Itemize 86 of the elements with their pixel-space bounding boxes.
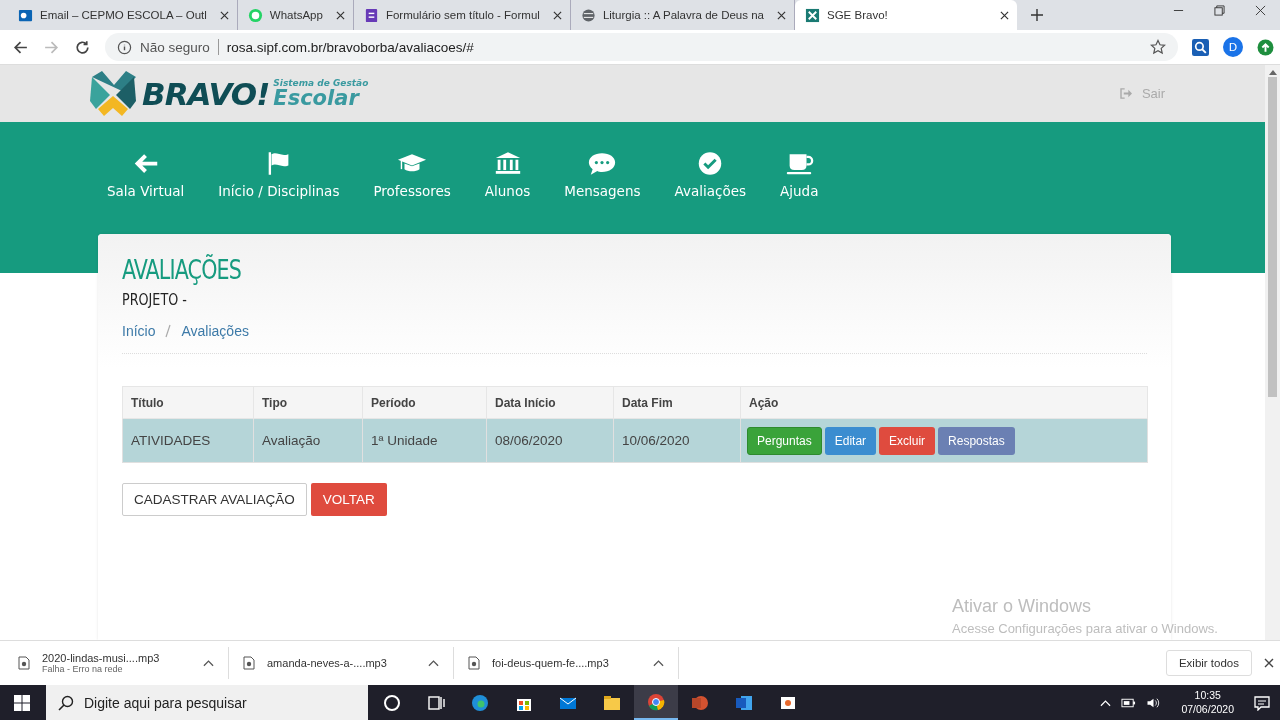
file-icon <box>243 656 255 670</box>
profile-avatar[interactable]: D <box>1223 37 1243 57</box>
action-button[interactable]: Respostas <box>938 426 1015 455</box>
download-item[interactable]: foi-deus-quem-fe....mp3 <box>468 647 679 679</box>
caret-icon <box>428 659 439 667</box>
nav-item[interactable]: Alunos <box>484 150 531 199</box>
taskbar-clock[interactable]: 10:35 07/06/2020 <box>1181 689 1234 716</box>
taskbar-search-field[interactable]: Digite aqui para pesquisar <box>46 685 368 720</box>
close-icon[interactable] <box>777 10 786 20</box>
upload-icon[interactable] <box>1257 38 1274 56</box>
plus-icon[interactable] <box>1031 9 1043 21</box>
globe-icon <box>580 7 596 23</box>
close-icon[interactable] <box>1000 10 1009 20</box>
file-icon <box>18 656 30 670</box>
browser-icon <box>470 692 490 713</box>
tab-title: Email – CEPMO ESCOLA – Outl <box>40 9 207 21</box>
column-header: Ação <box>740 386 1148 419</box>
circle-icon <box>382 692 402 713</box>
close-icon[interactable] <box>1264 658 1274 668</box>
caret-icon <box>653 659 664 667</box>
speaker-icon[interactable] <box>1146 696 1162 709</box>
nav-item[interactable]: Sala Virtual <box>107 150 185 199</box>
logo-tagline: Sistema de Gestão <box>273 78 369 88</box>
notification-icon[interactable] <box>1254 694 1270 711</box>
caret-icon[interactable] <box>1100 698 1112 707</box>
close-icon[interactable] <box>219 10 229 20</box>
download-item[interactable]: 2020-lindas-musi....mp3 Falha - Erro na rede <box>18 647 229 679</box>
column-header: Data Início <box>486 386 614 419</box>
form-button[interactable]: CADASTRAR AVALIAÇÃO <box>122 483 307 516</box>
windows-start-icon[interactable] <box>14 694 30 711</box>
nav-item[interactable]: Mensagens <box>564 150 641 199</box>
close-icon[interactable] <box>335 10 345 20</box>
nav-item[interactable]: Avaliações <box>674 150 747 199</box>
table-cell: Avaliação <box>253 418 363 463</box>
address-field[interactable]: Não seguro rosa.sipf.com.br/bravoborba/avaliacoes/# <box>105 33 1178 61</box>
browser-tab[interactable]: SGE Bravo! <box>795 0 1017 30</box>
logo-icon <box>805 7 820 23</box>
logo-icon <box>88 68 138 119</box>
page-subtitle: PROJETO - <box>122 291 187 309</box>
tab-title: WhatsApp <box>269 9 323 21</box>
breadcrumb-link[interactable]: Início <box>122 323 156 339</box>
show-all-button[interactable]: Exibir todos <box>1165 650 1252 676</box>
table-cell: ATIVIDADES <box>122 418 254 463</box>
search-icon[interactable] <box>1192 38 1209 56</box>
scrollbar-thumb[interactable] <box>1268 77 1277 397</box>
reload-icon[interactable] <box>74 38 91 56</box>
form-button[interactable]: VOLTAR <box>310 483 387 516</box>
activation-title: Ativar o Windows <box>952 596 1093 617</box>
scroll-up-icon[interactable] <box>1268 69 1277 75</box>
search-icon <box>58 694 74 711</box>
nav-item[interactable]: Professores <box>373 150 451 199</box>
close-icon[interactable] <box>1255 5 1266 16</box>
action-button[interactable]: Perguntas <box>747 426 822 455</box>
battery-icon[interactable] <box>1121 696 1137 709</box>
column-header: Título <box>122 386 254 419</box>
tab-title: SGE Bravo! <box>827 9 889 21</box>
page-title: AVALIAÇÕES <box>122 254 243 285</box>
logo-subtitle: Escolar <box>273 87 360 109</box>
action-button[interactable]: Editar <box>824 426 877 455</box>
breadcrumb-separator-icon <box>165 324 172 338</box>
column-header: Tipo <box>253 386 363 419</box>
nav-item[interactable]: Início / Disciplinas <box>218 150 340 199</box>
nav-item[interactable]: Ajuda <box>780 150 819 199</box>
form-icon <box>363 7 379 23</box>
info-icon <box>117 39 132 55</box>
breadcrumb-link[interactable]: Avaliações <box>181 323 249 339</box>
table-cell: 08/06/2020 <box>486 418 614 463</box>
tab-title: Formulário sem título - Formul <box>385 9 540 21</box>
star-icon[interactable] <box>1150 39 1166 55</box>
close-icon[interactable] <box>552 10 562 20</box>
column-header: Data Fim <box>613 386 741 419</box>
taskbar-app[interactable] <box>634 685 678 720</box>
table-cell: 10/06/2020 <box>613 418 741 463</box>
table-cell: 1ª Unidade <box>362 418 487 463</box>
tab-title: Liturgia :: A Palavra de Deus na <box>602 9 764 21</box>
caret-icon <box>203 659 214 667</box>
logout-icon <box>1119 88 1133 99</box>
restore-icon[interactable] <box>1214 5 1225 16</box>
activation-text: Acesse Configurações para ativar o Windows. <box>952 621 1218 636</box>
logo-text: BRAVO! <box>142 75 270 112</box>
mail-icon <box>18 7 33 23</box>
download-item[interactable]: amanda-neves-a-....mp3 <box>243 647 454 679</box>
chrome-icon <box>646 691 666 712</box>
file-icon <box>468 656 480 670</box>
action-button[interactable]: Excluir <box>879 426 936 455</box>
column-header: Período <box>362 386 487 419</box>
